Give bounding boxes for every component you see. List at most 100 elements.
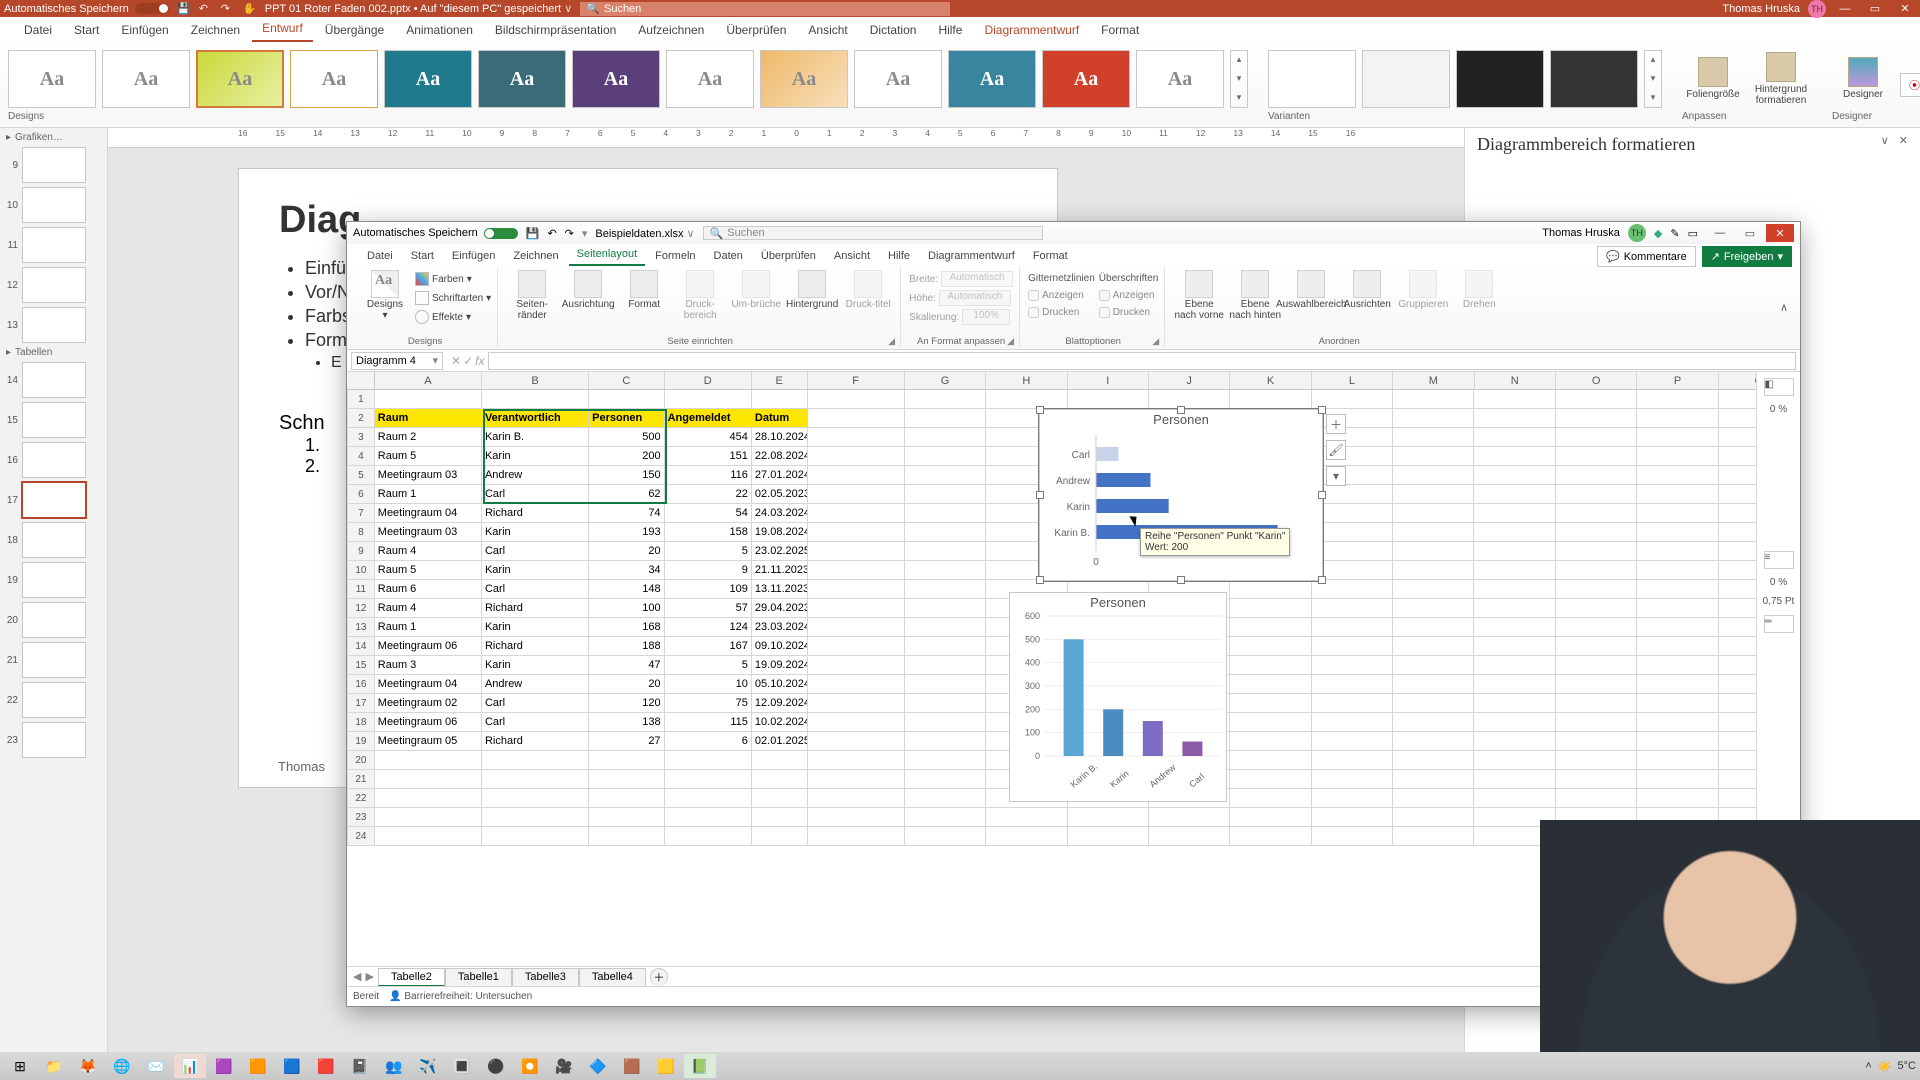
xl-tab-diagrammentwurf[interactable]: Diagrammentwurf <box>920 247 1023 266</box>
row-header[interactable]: 21 <box>347 770 375 789</box>
cell[interactable] <box>1393 523 1474 542</box>
sheet-nav-next-icon[interactable]: ▶ <box>365 970 373 983</box>
column-header[interactable]: E <box>752 372 808 389</box>
cell[interactable] <box>1556 390 1637 409</box>
cell[interactable]: Karin <box>482 447 589 466</box>
cell[interactable] <box>1312 713 1393 732</box>
theme-thumb-12[interactable]: Aa <box>1042 50 1130 108</box>
cell[interactable] <box>1312 808 1393 827</box>
cell[interactable] <box>1393 580 1474 599</box>
sheet-tab[interactable]: Tabelle3 <box>512 968 579 986</box>
cell[interactable] <box>808 580 905 599</box>
cell[interactable] <box>1393 618 1474 637</box>
pp-tab-ansicht[interactable]: Ansicht <box>798 19 857 42</box>
cell[interactable] <box>905 713 986 732</box>
cell[interactable] <box>375 390 482 409</box>
cell[interactable]: 109 <box>665 580 752 599</box>
cell[interactable]: 6 <box>665 732 752 751</box>
pp-tab-format[interactable]: Format <box>1091 19 1149 42</box>
pp-tab-hilfe[interactable]: Hilfe <box>928 19 972 42</box>
cell[interactable]: 05.10.2024 <box>752 675 808 694</box>
cell[interactable] <box>808 675 905 694</box>
line-type-button[interactable]: ≡ <box>1764 551 1794 569</box>
cell[interactable]: Meetingraum 05 <box>375 732 482 751</box>
cell[interactable]: Raum <box>375 409 482 428</box>
variant-gallery-more[interactable]: ▴▾▾ <box>1644 50 1662 108</box>
cell[interactable]: Raum 2 <box>375 428 482 447</box>
cell[interactable]: Richard <box>482 599 589 618</box>
pp-window-maximize[interactable]: ▭ <box>1864 2 1886 15</box>
cell[interactable]: 22.08.2024 <box>752 447 808 466</box>
pp-tab-diagrammentwurf[interactable]: Diagrammentwurf <box>974 19 1089 42</box>
cell[interactable] <box>1474 409 1555 428</box>
row-header[interactable]: 8 <box>347 523 375 542</box>
undo-icon[interactable]: ↶ <box>199 2 213 16</box>
cell[interactable] <box>1393 789 1474 808</box>
cell[interactable] <box>1230 732 1311 751</box>
cell[interactable] <box>905 561 986 580</box>
cell[interactable] <box>1474 504 1555 523</box>
cell[interactable]: Richard <box>482 504 589 523</box>
bring-forward-button[interactable]: Ebene nach vorne <box>1173 270 1225 321</box>
cell[interactable] <box>1637 447 1718 466</box>
pp-tab-bildschirmpräsentation[interactable]: Bildschirmpräsentation <box>485 19 626 42</box>
cell[interactable] <box>1637 713 1718 732</box>
xl-user-avatar[interactable]: TH <box>1628 224 1646 242</box>
cell[interactable] <box>665 770 752 789</box>
cell[interactable] <box>1637 694 1718 713</box>
slide-thumbnail[interactable]: 20 <box>0 600 107 640</box>
cell[interactable] <box>1068 827 1149 846</box>
row-header[interactable]: 19 <box>347 732 375 751</box>
cell[interactable]: Meetingraum 03 <box>375 523 482 542</box>
cell[interactable] <box>665 789 752 808</box>
cell[interactable] <box>1230 675 1311 694</box>
cell[interactable] <box>905 504 986 523</box>
cell[interactable] <box>905 770 986 789</box>
xl-tab-seitenlayout[interactable]: Seitenlayout <box>569 245 646 266</box>
column-header[interactable]: B <box>482 372 589 389</box>
cell[interactable] <box>375 827 482 846</box>
selection-pane-button[interactable]: Auswahlbereich <box>1285 270 1337 311</box>
cell[interactable] <box>1474 428 1555 447</box>
cell[interactable] <box>752 770 808 789</box>
cell[interactable]: 193 <box>589 523 664 542</box>
cell[interactable] <box>905 827 986 846</box>
enter-fx-icon[interactable]: ✓ <box>463 354 473 368</box>
cell[interactable] <box>1393 637 1474 656</box>
taskbar-firefox-icon[interactable]: 🦊 <box>72 1054 104 1078</box>
cell[interactable] <box>1393 447 1474 466</box>
column-header[interactable]: O <box>1556 372 1637 389</box>
column-header[interactable]: A <box>375 372 482 389</box>
chevron-down-icon[interactable]: ∨ <box>1881 134 1889 147</box>
taskbar-telegram-icon[interactable]: ✈️ <box>412 1054 444 1078</box>
cell[interactable] <box>905 523 986 542</box>
cell[interactable]: 5 <box>665 542 752 561</box>
cell[interactable] <box>1474 580 1555 599</box>
cell[interactable] <box>808 751 905 770</box>
dialog-launcher-icon[interactable]: ◢ <box>1152 336 1162 346</box>
column-header[interactable]: L <box>1312 372 1393 389</box>
cell[interactable] <box>1393 504 1474 523</box>
cell[interactable]: 100 <box>589 599 664 618</box>
cell[interactable] <box>1393 390 1474 409</box>
xl-tab-formeln[interactable]: Formeln <box>647 247 703 266</box>
cell[interactable] <box>752 789 808 808</box>
line-style-button[interactable]: ═ <box>1764 615 1794 633</box>
cell[interactable]: 21.11.2023 <box>752 561 808 580</box>
cell[interactable] <box>808 409 905 428</box>
cell[interactable] <box>905 732 986 751</box>
fill-type-button[interactable]: ◧ <box>1764 378 1794 396</box>
redo-icon[interactable]: ↷ <box>221 2 235 16</box>
cell[interactable] <box>375 751 482 770</box>
pp-slide-thumbnails[interactable]: ▸Grafiken… 910111213 ▸Tabellen 141516171… <box>0 128 108 1057</box>
cell[interactable]: Raum 1 <box>375 485 482 504</box>
cell[interactable] <box>1068 808 1149 827</box>
variant-thumb-3[interactable] <box>1456 50 1544 108</box>
column-header[interactable]: N <box>1475 372 1556 389</box>
cell[interactable]: 28.10.2024 <box>752 428 808 447</box>
cell[interactable] <box>1230 694 1311 713</box>
cell[interactable] <box>1312 827 1393 846</box>
chart-styles-button[interactable]: 🖌 <box>1326 440 1346 460</box>
cell[interactable] <box>1474 637 1555 656</box>
cell[interactable] <box>1312 789 1393 808</box>
